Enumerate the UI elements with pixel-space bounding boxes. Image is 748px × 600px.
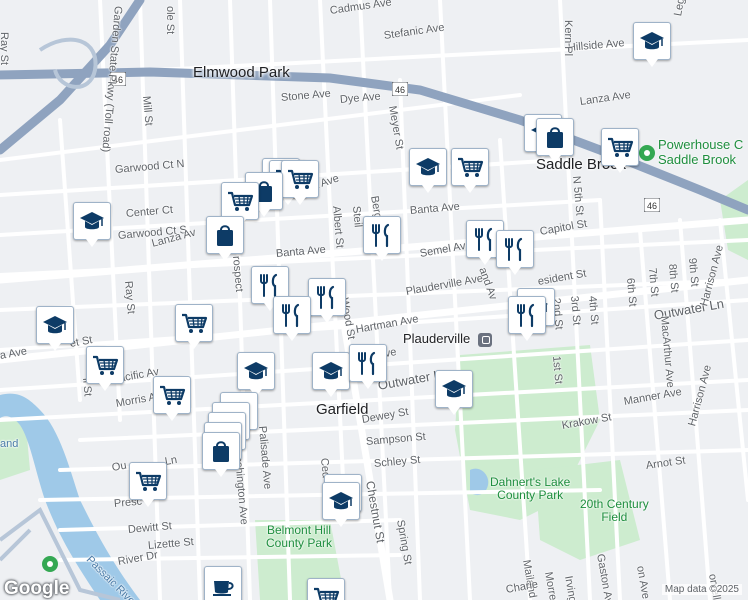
- grocery-icon: [608, 137, 634, 157]
- school-icon: [319, 362, 343, 380]
- svg-text:46: 46: [395, 85, 405, 95]
- school-marker[interactable]: [36, 306, 74, 351]
- street-label: Ray St: [0, 32, 10, 66]
- street-label: Steil: [350, 205, 364, 228]
- place-plauderville: Plauderville: [403, 331, 471, 346]
- grocery-marker[interactable]: [221, 182, 259, 227]
- route-46-shield-icon: 46: [644, 198, 660, 212]
- grocery-marker[interactable]: [281, 160, 319, 205]
- restaurant-icon: [260, 273, 278, 298]
- shopping-bag-marker[interactable]: [536, 118, 574, 163]
- grocery-marker[interactable]: [307, 578, 345, 600]
- street-label: 7th St: [646, 267, 661, 298]
- grocery-marker[interactable]: [451, 148, 489, 193]
- grocery-icon: [458, 157, 484, 177]
- shopping-bag-marker[interactable]: [202, 432, 240, 477]
- grocery-icon: [136, 471, 162, 491]
- street-label: Kern Pl: [562, 20, 574, 57]
- park-pin-icon[interactable]: [639, 145, 655, 161]
- street-label: 1st St: [550, 355, 565, 385]
- grocery-marker[interactable]: [129, 462, 167, 507]
- restaurant-icon: [282, 303, 300, 328]
- street-label: ole St: [164, 6, 176, 35]
- grocery-marker[interactable]: [86, 346, 124, 391]
- google-logo[interactable]: Google: [4, 578, 69, 600]
- school-marker[interactable]: [237, 352, 275, 397]
- cafe-marker[interactable]: [204, 566, 242, 600]
- grocery-marker[interactable]: [175, 304, 213, 349]
- svg-text:46: 46: [647, 201, 657, 211]
- grocery-marker[interactable]: [601, 128, 639, 173]
- street-label: 9th St: [686, 257, 701, 288]
- map-view[interactable]: 46 46 46 Elmwood Park Saddle Brook Garfi…: [0, 0, 748, 600]
- route-46-shield-icon: 46: [392, 82, 408, 96]
- restaurant-marker[interactable]: [496, 230, 534, 275]
- restaurant-icon: [317, 285, 335, 310]
- school-marker[interactable]: [409, 148, 447, 193]
- park-belmont-hill: Belmont Hill County Park: [266, 523, 333, 550]
- restaurant-icon: [505, 237, 523, 262]
- shopping-bag-icon: [213, 441, 229, 462]
- park-dahnerts-lake: Dahnert's Lake County Park: [490, 475, 571, 502]
- grocery-icon: [93, 355, 119, 375]
- map-data-attribution[interactable]: Map data ©2025: [661, 584, 742, 595]
- school-icon: [640, 32, 664, 50]
- school-icon: [442, 380, 466, 398]
- school-marker[interactable]: [73, 202, 111, 247]
- transit-station-icon[interactable]: [478, 333, 492, 347]
- restaurant-icon: [475, 227, 493, 252]
- park-20th-century-field: 20th Century Field: [580, 497, 649, 524]
- cafe-icon: [213, 581, 234, 596]
- restaurant-marker[interactable]: [363, 216, 401, 261]
- restaurant-icon: [358, 351, 376, 376]
- river-label: and: [0, 438, 19, 450]
- street-label: Ou: [110, 459, 128, 474]
- street-label: 4th St: [586, 295, 601, 326]
- park-pin-icon[interactable]: [42, 556, 58, 572]
- school-icon: [244, 362, 268, 380]
- restaurant-icon: [517, 303, 535, 328]
- street-label: 8th St: [666, 263, 681, 294]
- school-marker[interactable]: [435, 370, 473, 415]
- grocery-icon: [288, 169, 314, 189]
- grocery-icon: [160, 385, 186, 405]
- school-icon: [43, 316, 67, 334]
- school-marker[interactable]: [633, 22, 671, 67]
- shopping-bag-icon: [217, 225, 233, 246]
- grocery-icon: [314, 587, 340, 600]
- grocery-icon: [182, 313, 208, 333]
- restaurant-marker[interactable]: [308, 278, 346, 323]
- school-marker[interactable]: [322, 482, 360, 527]
- street-label: Mill St: [140, 95, 155, 127]
- restaurant-marker[interactable]: [508, 296, 546, 341]
- grocery-icon: [228, 191, 254, 211]
- restaurant-icon: [372, 223, 390, 248]
- street-label: 6th St: [624, 277, 639, 308]
- restaurant-marker[interactable]: [273, 296, 311, 341]
- place-elmwood-park: Elmwood Park: [193, 64, 290, 81]
- shopping-bag-icon: [547, 127, 563, 148]
- street-label: 3rd St: [568, 295, 583, 326]
- grocery-marker[interactable]: [153, 376, 191, 421]
- shopping-bag-marker[interactable]: [206, 216, 244, 261]
- school-icon: [80, 212, 104, 230]
- school-icon: [329, 492, 353, 510]
- poi-powerhouse: Powerhouse C Saddle Brook: [658, 137, 744, 167]
- school-marker[interactable]: [312, 352, 350, 397]
- school-icon: [416, 158, 440, 176]
- restaurant-marker[interactable]: [349, 344, 387, 389]
